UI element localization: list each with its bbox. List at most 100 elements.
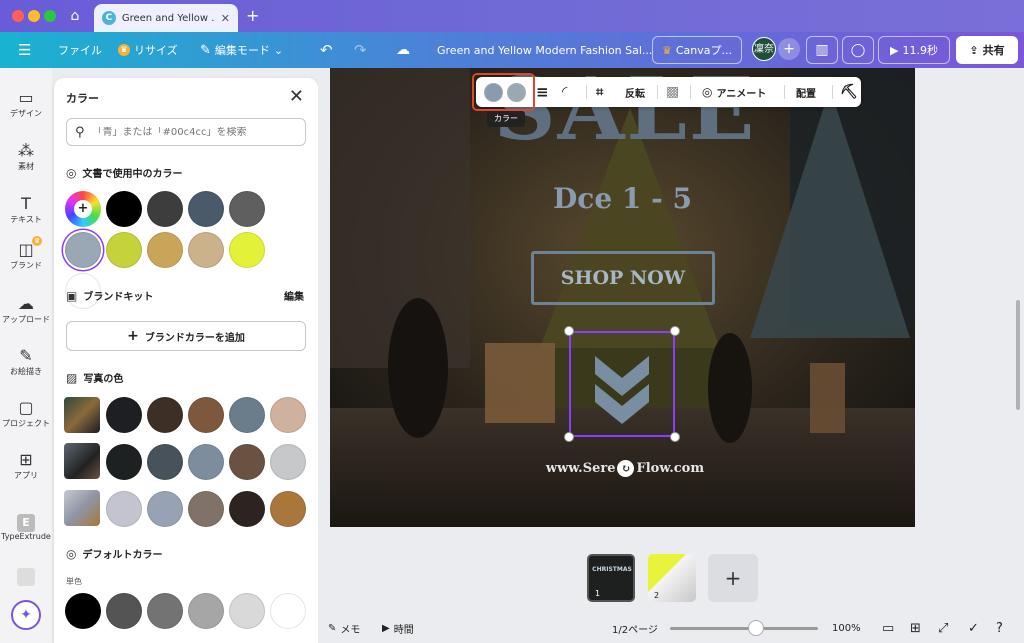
rail-item-faded[interactable] xyxy=(0,568,52,588)
color-search-box[interactable]: ⚲ xyxy=(66,118,306,146)
doc-color-swatch[interactable] xyxy=(106,191,142,227)
photo-color-swatch[interactable] xyxy=(229,491,265,527)
resize-button[interactable]: ♛ リサイズ xyxy=(118,32,178,68)
canvas-scrollbar[interactable] xyxy=(1016,300,1020,410)
corner-radius-icon[interactable]: ◜ xyxy=(562,77,567,107)
photo-color-swatch[interactable] xyxy=(147,491,183,527)
close-icon[interactable]: ✕ xyxy=(289,86,304,107)
photo-color-swatch[interactable] xyxy=(147,397,183,433)
rail-item-projects[interactable]: ▢ プロジェクト xyxy=(0,398,52,429)
paint-roller-icon[interactable]: ⛏ xyxy=(840,77,858,107)
doc-color-swatch[interactable] xyxy=(65,232,101,268)
photo-color-swatch[interactable] xyxy=(270,444,306,480)
default-color-swatch[interactable] xyxy=(65,593,101,629)
photo-color-swatch[interactable] xyxy=(229,397,265,433)
cloud-save-icon[interactable]: ☁ xyxy=(396,32,410,68)
default-color-swatch[interactable] xyxy=(188,593,224,629)
share-button[interactable]: ⇪ 共有 xyxy=(956,36,1018,64)
avatar[interactable]: 凜奈 xyxy=(752,37,776,61)
edit-mode-dropdown[interactable]: ✎ 編集モード ⌄ xyxy=(200,32,283,68)
doc-color-swatch[interactable] xyxy=(229,232,265,268)
rotate-handle-icon[interactable]: ↻ xyxy=(617,460,635,477)
close-tab-icon[interactable]: ✕ xyxy=(221,12,230,25)
file-menu[interactable]: ファイル xyxy=(58,32,102,68)
doc-color-swatch[interactable] xyxy=(188,191,224,227)
url-text[interactable]: www.Sere ↻ Flow.com xyxy=(540,460,710,477)
rail-item-upload[interactable]: ☁ アップロード xyxy=(0,294,52,325)
rail-item-design[interactable]: ▭ デザイン xyxy=(0,88,52,119)
zoom-window-button[interactable] xyxy=(44,10,56,22)
notes-button[interactable]: ✎ メモ xyxy=(328,614,360,643)
photo-color-swatch[interactable] xyxy=(188,397,224,433)
rail-item-brand[interactable]: ◫ ♛ ブランド xyxy=(0,236,52,271)
rail-item-elements[interactable]: ⁂ 素材 xyxy=(0,141,52,172)
color-search-input[interactable] xyxy=(92,126,293,138)
invite-plus-button[interactable]: + xyxy=(778,38,800,60)
shop-now-button[interactable]: SHOP NOW xyxy=(531,251,715,305)
photo-color-swatch[interactable] xyxy=(106,444,142,480)
rail-item-draw[interactable]: ✎ お絵描き xyxy=(0,346,52,377)
redo-icon[interactable]: ↷ xyxy=(354,32,367,68)
line-weight-icon[interactable]: ≡ xyxy=(536,77,549,107)
canva-pro-button[interactable]: ♛ Canvaプ... xyxy=(652,36,742,64)
add-color-rainbow-button[interactable]: + xyxy=(65,191,101,227)
default-color-swatch[interactable] xyxy=(147,593,183,629)
photo-color-swatch[interactable] xyxy=(270,397,306,433)
rail-item-apps[interactable]: ⊞ アプリ xyxy=(0,450,52,481)
undo-icon[interactable]: ↶ xyxy=(320,32,333,68)
sale-date[interactable]: Dce 1 - 5 xyxy=(510,182,735,215)
selection-handle-bl[interactable] xyxy=(564,432,574,442)
add-page-button[interactable]: + xyxy=(708,554,758,602)
zoom-level[interactable]: 100% xyxy=(832,614,861,643)
photo-color-swatch[interactable] xyxy=(188,444,224,480)
selection-box[interactable] xyxy=(569,331,675,437)
design-artboard[interactable]: SALE Dce 1 - 5 SHOP NOW www.Sere ↻ Flow.co… xyxy=(330,68,915,527)
hamburger-menu-icon[interactable]: ☰ xyxy=(18,32,31,68)
zoom-slider-knob[interactable] xyxy=(748,620,764,636)
magic-sparkle-button[interactable]: ✦ xyxy=(11,600,41,630)
default-color-swatch[interactable] xyxy=(270,593,306,629)
page-indicator[interactable]: 1/2ページ xyxy=(612,614,658,643)
transparency-icon[interactable]: ▩ xyxy=(666,77,679,107)
present-button[interactable]: ▶ 11.9秒 xyxy=(878,36,950,64)
page-thumbnail-1[interactable]: CHRISTMAS 1 xyxy=(587,554,635,602)
page-view-icon[interactable]: ▭ xyxy=(882,614,894,643)
selection-handle-tl[interactable] xyxy=(564,326,574,336)
photo-color-swatch[interactable] xyxy=(106,397,142,433)
doc-color-swatch[interactable] xyxy=(147,191,183,227)
doc-color-swatch[interactable] xyxy=(147,232,183,268)
crop-icon[interactable]: ⌗ xyxy=(596,77,603,107)
rail-item-typeextrude[interactable]: E TypeExtrude xyxy=(0,514,52,541)
position-button[interactable]: 配置 xyxy=(796,77,816,107)
photo-color-swatch[interactable] xyxy=(147,444,183,480)
doc-color-swatch[interactable] xyxy=(188,232,224,268)
brand-kit-edit-link[interactable]: 編集 xyxy=(284,288,304,303)
doc-color-swatch[interactable] xyxy=(229,191,265,227)
selection-handle-tr[interactable] xyxy=(670,326,680,336)
zoom-slider-track[interactable] xyxy=(670,627,818,630)
default-color-swatch[interactable] xyxy=(229,593,265,629)
browser-tab[interactable]: C Green and Yellow ... ✕ xyxy=(94,4,238,32)
add-brand-color-button[interactable]: + ブランドカラーを追加 xyxy=(66,321,306,351)
fullscreen-icon[interactable]: ⤢ xyxy=(938,614,948,643)
rail-item-text[interactable]: T テキスト xyxy=(0,194,52,225)
check-icon[interactable]: ✓ xyxy=(968,614,979,643)
photo-color-swatch[interactable] xyxy=(270,491,306,527)
timing-button[interactable]: ▶ 時間 xyxy=(382,614,414,643)
new-tab-button[interactable]: + xyxy=(246,6,259,25)
photo-color-swatch[interactable] xyxy=(106,491,142,527)
photo-color-swatch[interactable] xyxy=(188,491,224,527)
insights-chart-icon[interactable]: ▥ xyxy=(806,36,838,64)
help-icon[interactable]: ? xyxy=(996,614,1003,643)
home-icon[interactable]: ⌂ xyxy=(66,7,84,25)
close-window-button[interactable] xyxy=(12,10,24,22)
minimize-window-button[interactable] xyxy=(28,10,40,22)
selection-handle-br[interactable] xyxy=(670,432,680,442)
comment-icon[interactable]: ◯ xyxy=(842,36,874,64)
default-color-swatch[interactable] xyxy=(106,593,142,629)
page-thumbnail-2[interactable]: 2 xyxy=(648,554,696,602)
doc-color-swatch[interactable] xyxy=(106,232,142,268)
flip-button[interactable]: 反転 xyxy=(625,77,645,107)
animate-button[interactable]: ◎ アニメート xyxy=(702,77,766,107)
document-title[interactable]: Green and Yellow Modern Fashion Sal... xyxy=(437,32,652,68)
